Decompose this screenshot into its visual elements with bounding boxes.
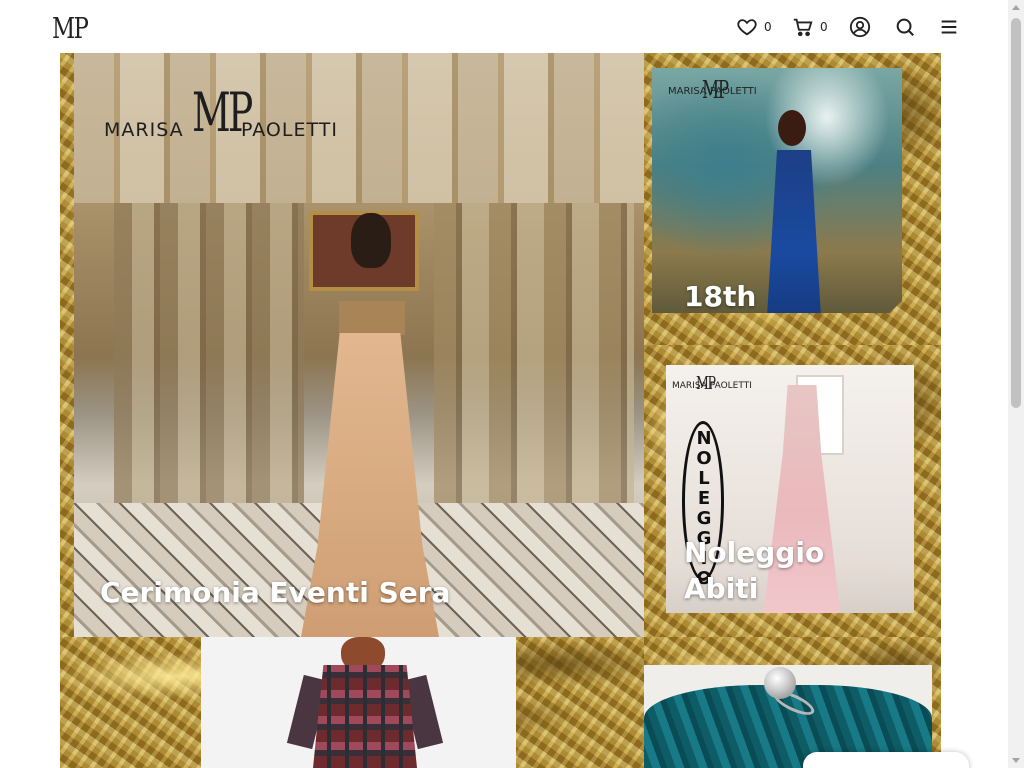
ring-stone [764, 667, 796, 699]
badge-letter: G [696, 508, 712, 529]
watermark-first-name: MARISA [104, 119, 184, 141]
category-tile-18th[interactable]: MARISA PAOLETTI MP 18th [644, 53, 941, 345]
church-photo: MARISA PAOLETTI MP [652, 68, 902, 313]
model-blue-gown [754, 110, 834, 313]
brand-watermark: MARISA PAOLETTI MP [672, 373, 752, 394]
tile-title-cerimonia[interactable]: Cerimonia Eventi Sera [100, 575, 450, 611]
scroll-down-arrow-icon[interactable] [1012, 758, 1020, 763]
category-tile-accessories[interactable] [644, 637, 941, 768]
badge-letter: O [696, 448, 712, 469]
brand-watermark: MARISA PAOLETTI MP [668, 76, 757, 104]
model-head [351, 213, 391, 268]
tile-title-line-2: Abiti [684, 572, 759, 605]
account-button[interactable] [849, 14, 871, 40]
badge-letter: E [697, 488, 711, 509]
site-header: MP 0 0 [0, 0, 1008, 53]
hamburger-menu-icon [941, 20, 957, 34]
user-icon [849, 16, 871, 38]
watermark-last-name: PAOLETTI [241, 119, 338, 141]
category-tile-cerimonia[interactable]: MP MARISA PAOLETTI Cerimonia Eventi Sera [60, 53, 644, 637]
model-in-gown [279, 213, 459, 637]
chat-widget[interactable] [803, 752, 969, 768]
cart-count: 0 [820, 20, 828, 34]
heart-icon [737, 19, 757, 36]
model-head [778, 110, 806, 146]
search-button[interactable] [894, 14, 916, 40]
wishlist-count: 0 [764, 20, 772, 34]
tile-title-line-1: Noleggio [684, 536, 825, 569]
right-wall [434, 203, 634, 503]
watermark-mp: MP [696, 373, 716, 394]
tile-title-noleggio[interactable]: Noleggio Abiti [684, 535, 824, 607]
blue-gown [766, 150, 822, 313]
page-scrollbar[interactable] [1008, 0, 1024, 768]
scroll-up-arrow-icon[interactable] [1012, 5, 1020, 10]
cart-icon [793, 18, 813, 37]
wishlist-button[interactable]: 0 [736, 14, 772, 40]
palace-photo: MP MARISA PAOLETTI [74, 53, 644, 637]
scrollbar-thumb[interactable] [1011, 18, 1021, 408]
gown-bodice [339, 301, 405, 335]
category-tile-coats[interactable] [60, 637, 644, 768]
coat-photo [201, 637, 516, 768]
site-logo[interactable]: MP [52, 11, 89, 45]
search-icon [896, 18, 914, 36]
tile-title-18th[interactable]: 18th [684, 279, 756, 315]
menu-button[interactable] [938, 14, 960, 40]
watermark-mp: MP [702, 76, 729, 104]
badge-letter: L [698, 468, 710, 489]
cart-button[interactable]: 0 [792, 14, 828, 40]
plaid-coat [313, 665, 417, 768]
left-wall [114, 203, 304, 503]
badge-letter: N [696, 428, 712, 449]
category-tile-noleggio[interactable]: NOLEGGIO MARISA PAOLETTI MP Noleggio Abi… [644, 345, 941, 637]
